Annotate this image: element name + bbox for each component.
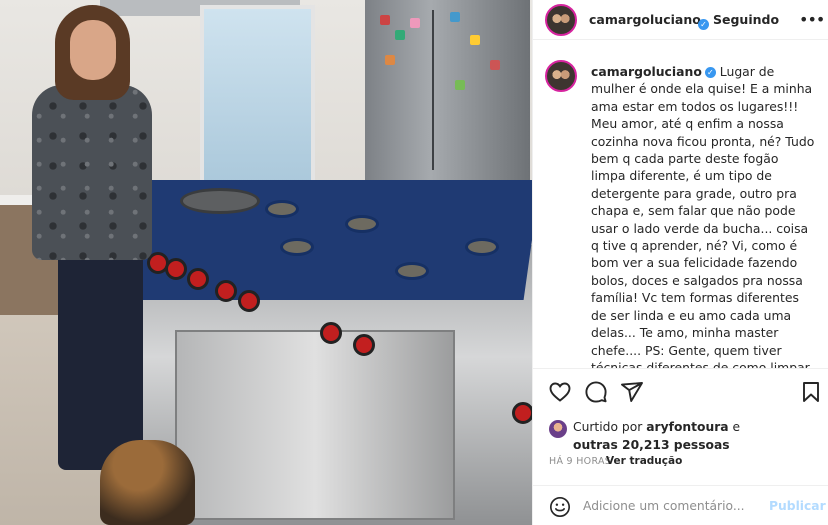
fridge-magnet — [380, 15, 390, 25]
woman-jeans — [58, 250, 143, 470]
liker-username[interactable]: aryfontoura — [646, 420, 728, 434]
see-translation-link[interactable]: Ver tradução — [606, 455, 682, 467]
fridge-magnet — [410, 18, 420, 28]
caption-area: camargoluciano ✓ Lugar de mulher é onde e… — [533, 48, 828, 368]
woman-face — [70, 20, 116, 80]
caption: camargoluciano ✓ Lugar de mulher é onde e… — [591, 63, 816, 368]
fridge-magnet — [470, 35, 480, 45]
publish-button[interactable]: Publicar — [769, 499, 826, 513]
caption-author-avatar[interactable] — [545, 60, 577, 92]
frying-pan — [180, 188, 260, 214]
caption-body: Lugar de mulher é onde ela quise! E a mi… — [591, 64, 815, 368]
kitchen-window — [200, 5, 315, 195]
stove-knob — [165, 258, 187, 280]
burner — [395, 262, 429, 280]
fridge-magnet — [385, 55, 395, 65]
dog — [100, 440, 195, 525]
emoji-icon[interactable] — [549, 496, 571, 518]
post-timestamp[interactable]: HÁ 9 HORAS — [549, 456, 611, 467]
verified-badge-icon: ✓ — [695, 13, 709, 32]
post-side-panel: camargoluciano ✓ Seguindo ••• camargoluc… — [532, 0, 828, 525]
burner — [265, 200, 299, 218]
verified-badge-icon: ✓ — [704, 67, 716, 78]
comment-icon[interactable] — [584, 380, 608, 404]
refrigerator-door-gap — [432, 10, 434, 170]
likes-and: e — [732, 420, 741, 434]
stove-knob — [187, 268, 209, 290]
burner — [345, 215, 379, 233]
stove-knob — [320, 322, 342, 344]
likes-summary: Curtido por aryfontoura e outras 20,213 … — [573, 418, 740, 454]
divider — [533, 368, 828, 369]
post-header: camargoluciano ✓ Seguindo ••• — [533, 0, 828, 40]
fridge-magnet — [450, 12, 460, 22]
more-options-icon[interactable]: ••• — [799, 10, 825, 29]
woman-camo-top — [32, 85, 152, 260]
likes-count[interactable]: outras 20,213 pessoas — [573, 438, 730, 452]
fridge-magnet — [395, 30, 405, 40]
comment-bar: Publicar — [533, 485, 828, 525]
likes-prefix: Curtido por — [573, 420, 643, 434]
stove-knob — [353, 334, 375, 356]
comment-input[interactable] — [583, 494, 753, 518]
following-button[interactable]: Seguindo — [713, 12, 779, 27]
bookmark-icon[interactable] — [799, 380, 823, 404]
author-username[interactable]: camargoluciano — [589, 12, 701, 27]
fridge-magnet — [455, 80, 465, 90]
burner — [280, 238, 314, 256]
fridge-magnet — [490, 60, 500, 70]
heart-icon[interactable] — [548, 380, 572, 404]
caption-username[interactable]: camargoluciano — [591, 64, 702, 79]
liker-avatar[interactable] — [549, 420, 567, 438]
stove-knob — [238, 290, 260, 312]
post-photo[interactable] — [0, 0, 532, 525]
share-icon[interactable] — [620, 380, 644, 404]
stove-knob — [512, 402, 532, 424]
burner — [465, 238, 499, 256]
stove-knob — [215, 280, 237, 302]
action-bar — [533, 372, 828, 412]
author-avatar[interactable] — [545, 4, 577, 36]
oven-door — [175, 330, 455, 520]
